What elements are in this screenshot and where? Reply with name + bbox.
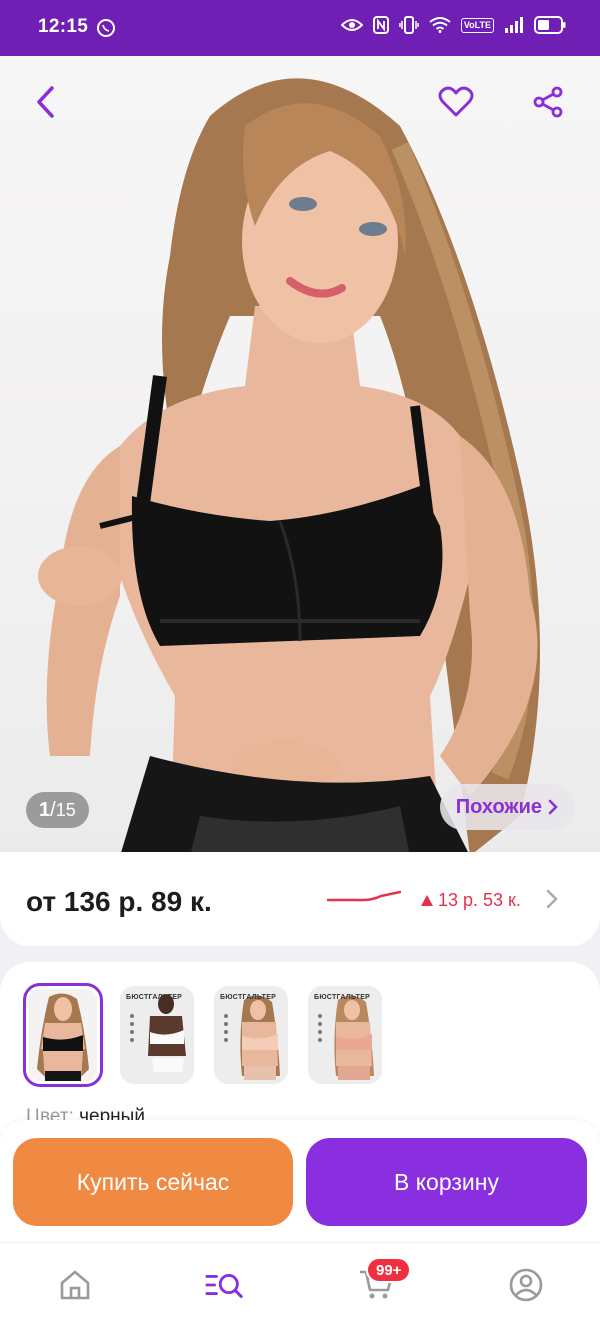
image-counter: 1 / 15: [26, 792, 89, 828]
favorite-button[interactable]: [434, 80, 478, 124]
status-icons: VoLTE: [340, 16, 566, 34]
volte-indicator: VoLTE: [460, 17, 494, 33]
profile-icon: [509, 1268, 543, 1302]
variant-thumb-label: БЮСТГАЛЬТЕР: [126, 994, 183, 1001]
variant-thumb-white[interactable]: БЮСТГАЛЬТЕР: [120, 986, 194, 1084]
variant-thumb-image: [29, 989, 97, 1081]
bottom-nav: 99+: [0, 1242, 600, 1331]
chevron-left-icon: [37, 86, 54, 118]
eye-icon: [340, 19, 363, 31]
product-photo: [38, 78, 540, 856]
price-delta-value: 13 р. 53 к.: [438, 890, 521, 910]
add-to-cart-button[interactable]: В корзину: [306, 1138, 587, 1226]
signal-icon: [505, 17, 523, 33]
wifi-icon: [429, 17, 451, 33]
battery-icon: [534, 16, 566, 34]
nav-catalog[interactable]: [205, 1265, 245, 1305]
nav-home[interactable]: [55, 1265, 95, 1305]
share-icon: [533, 86, 563, 118]
variant-thumb-nude[interactable]: БЮСТГАЛЬТЕР: [308, 986, 382, 1084]
home-icon: [60, 1270, 90, 1300]
variant-thumb-label: БЮСТГАЛЬТЕР: [314, 994, 371, 1001]
chevron-right-icon: [548, 799, 558, 815]
chevron-right-icon: [546, 889, 558, 909]
heart-icon: [438, 86, 474, 117]
similar-products-label: Похожие: [455, 795, 542, 818]
variant-thumb-label: БЮСТГАЛЬТЕР: [220, 994, 277, 1001]
price-delta: 13 р. 53 к.: [420, 890, 521, 911]
variant-thumb-beige[interactable]: БЮСТГАЛЬТЕР: [214, 986, 288, 1084]
variant-thumbnails: БЮСТГАЛЬТЕР БЮСТГАЛЬТЕР БЮСТГАЛЬТЕР: [23, 983, 382, 1087]
product-screen: 12:15 VoLTE 1 / 15 Похожие от 136 р. 89 …: [0, 0, 600, 1331]
nfc-icon: [372, 16, 389, 34]
variant-thumb-black[interactable]: [23, 983, 103, 1087]
price-card[interactable]: от 136 р. 89 к. 13 р. 53 к.: [0, 852, 600, 946]
share-button[interactable]: [526, 80, 570, 124]
viber-icon: [97, 19, 115, 37]
buy-now-button[interactable]: Купить сейчас: [13, 1138, 293, 1226]
nav-profile[interactable]: [506, 1265, 546, 1305]
action-bar: Купить сейчас В корзину: [0, 1120, 600, 1242]
image-counter-total: 15: [55, 799, 76, 820]
catalog-search-icon: [205, 1274, 243, 1298]
vibrate-icon: [399, 16, 419, 34]
triangle-up-icon: [421, 895, 433, 906]
status-time: 12:15: [38, 16, 89, 37]
price-main: от 136 р. 89 к.: [26, 886, 212, 917]
cart-count-badge: 99+: [366, 1257, 412, 1283]
price-history-sparkline: [326, 890, 402, 902]
status-bar: 12:15 VoLTE: [0, 0, 600, 56]
product-image-gallery[interactable]: 1 / 15 Похожие: [0, 56, 600, 856]
similar-products-button[interactable]: Похожие: [439, 784, 574, 830]
back-button[interactable]: [24, 80, 68, 124]
image-counter-current: 1: [39, 798, 51, 821]
